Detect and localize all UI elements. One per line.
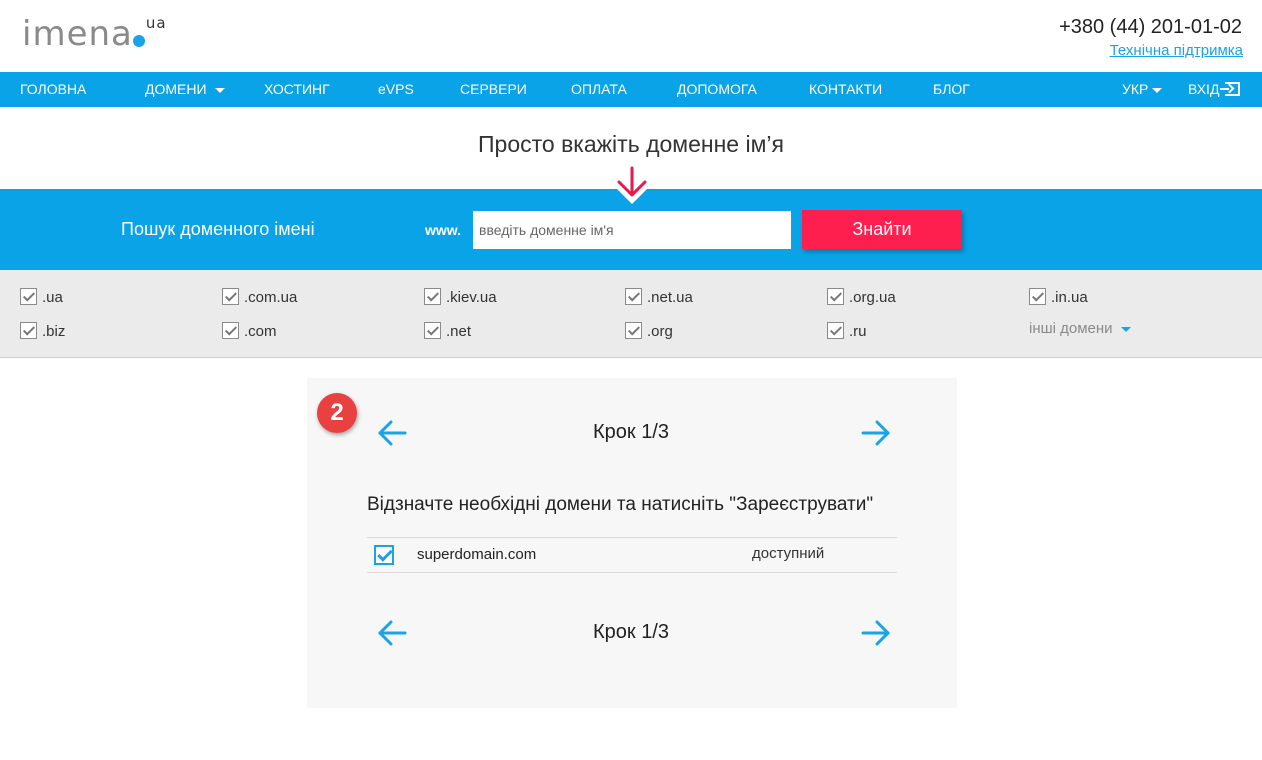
phone-number: +380 (44) 201-01-02 <box>1059 16 1242 38</box>
tld-label: .biz <box>42 323 66 340</box>
login-icon <box>1220 82 1241 96</box>
checkbox-checked-icon[interactable] <box>827 288 844 305</box>
nav-item-hosting[interactable]: ХОСТИНГ <box>264 72 330 107</box>
divider <box>367 537 897 538</box>
checkbox-checked-icon[interactable] <box>222 322 239 339</box>
language-label: УКР <box>1122 81 1149 97</box>
nav-item-help[interactable]: ДОПОМОГА <box>677 72 757 107</box>
tld-option-com[interactable]: .com <box>222 322 277 342</box>
arrow-right-icon[interactable] <box>861 420 891 446</box>
tld-option-org[interactable]: .org <box>625 322 673 342</box>
tld-label: .ua <box>42 289 63 306</box>
other-domains-toggle[interactable]: інші домени <box>1029 320 1131 337</box>
tld-label: .com <box>244 323 277 340</box>
tld-option-biz[interactable]: .biz <box>20 322 65 342</box>
chevron-down-icon <box>1152 87 1163 93</box>
logo-name: imena <box>22 14 133 54</box>
step-indicator-top: Крок 1/3 <box>592 421 669 443</box>
nav-item-evps[interactable]: eVPS <box>378 72 414 107</box>
divider <box>367 572 897 573</box>
tld-label: .net <box>446 323 472 340</box>
nav-item-contacts[interactable]: КОНТАКТИ <box>809 72 882 107</box>
page-title: Просто вкажіть доменне ім’я <box>478 131 784 157</box>
chevron-down-icon <box>1120 326 1131 332</box>
login-label: ВХІД <box>1188 81 1220 97</box>
www-prefix: www. <box>425 222 462 238</box>
step-indicator-bottom: Крок 1/3 <box>592 621 669 643</box>
search-label: Пошук доменного імені <box>121 219 315 239</box>
checkbox-checked-icon[interactable] <box>625 288 642 305</box>
logo-tld: ua <box>145 14 167 32</box>
nav-item-blog[interactable]: БЛОГ <box>933 72 970 107</box>
support-link[interactable]: Технічна підтримка <box>1110 42 1243 59</box>
tld-label: .org <box>647 323 673 340</box>
nav-item-domains[interactable]: ДОМЕНИ <box>145 72 225 107</box>
tld-label: .com.ua <box>244 289 298 306</box>
domain-checkbox-checked-icon[interactable] <box>374 545 394 565</box>
result-domain-name: superdomain.com <box>417 546 537 563</box>
tld-option-kiev-ua[interactable]: .kiev.ua <box>424 288 497 308</box>
step-instructions: Відзначте необхідні домени та натисніть … <box>367 494 874 515</box>
language-selector[interactable]: УКР <box>1122 72 1163 107</box>
nav-item-domains-label: ДОМЕНИ <box>145 81 207 97</box>
chevron-down-icon <box>214 87 225 93</box>
nav-item-payment[interactable]: ОПЛАТА <box>571 72 627 107</box>
tld-label: .ru <box>849 323 867 340</box>
domain-search-input[interactable] <box>473 211 791 249</box>
checkbox-checked-icon[interactable] <box>827 322 844 339</box>
tld-selector <box>0 270 1262 358</box>
checkbox-checked-icon[interactable] <box>424 288 441 305</box>
checkbox-checked-icon[interactable] <box>424 322 441 339</box>
tld-label: .kiev.ua <box>446 289 497 306</box>
result-domain-status: доступний <box>752 545 825 562</box>
nav-item-servers[interactable]: СЕРВЕРИ <box>460 72 527 107</box>
tld-option-in-ua[interactable]: .in.ua <box>1029 288 1088 308</box>
tld-option-net-ua[interactable]: .net.ua <box>625 288 693 308</box>
checkbox-checked-icon[interactable] <box>1029 288 1046 305</box>
login-button[interactable]: ВХІД <box>1188 72 1241 107</box>
tld-label: .net.ua <box>647 289 693 306</box>
logo[interactable]: imena ua <box>22 14 166 54</box>
arrow-down-icon <box>617 166 647 197</box>
nav-item-home[interactable]: ГОЛОВНА <box>20 72 86 107</box>
tld-label: .in.ua <box>1051 289 1088 306</box>
checkbox-checked-icon[interactable] <box>222 288 239 305</box>
checkbox-checked-icon[interactable] <box>625 322 642 339</box>
site-header: imena ua +380 (44) 201-01-02 Технічна під… <box>0 0 1262 72</box>
main-nav: ГОЛОВНА ДОМЕНИ ХОСТИНГ eVPS СЕРВЕРИ ОПЛА… <box>0 72 1262 107</box>
logo-dot-icon <box>132 35 145 47</box>
checkbox-checked-icon[interactable] <box>20 322 37 339</box>
tld-option-ua[interactable]: .ua <box>20 288 63 308</box>
search-button[interactable]: Знайти <box>802 210 962 249</box>
tld-option-com-ua[interactable]: .com.ua <box>222 288 297 308</box>
checkbox-checked-icon[interactable] <box>20 288 37 305</box>
tld-option-ru[interactable]: .ru <box>827 322 867 342</box>
tld-option-org-ua[interactable]: .org.ua <box>827 288 896 308</box>
arrow-right-icon[interactable] <box>861 620 891 646</box>
tld-label: .org.ua <box>849 289 896 306</box>
tld-option-net[interactable]: .net <box>424 322 471 342</box>
other-domains-label: інші домени <box>1029 320 1113 337</box>
